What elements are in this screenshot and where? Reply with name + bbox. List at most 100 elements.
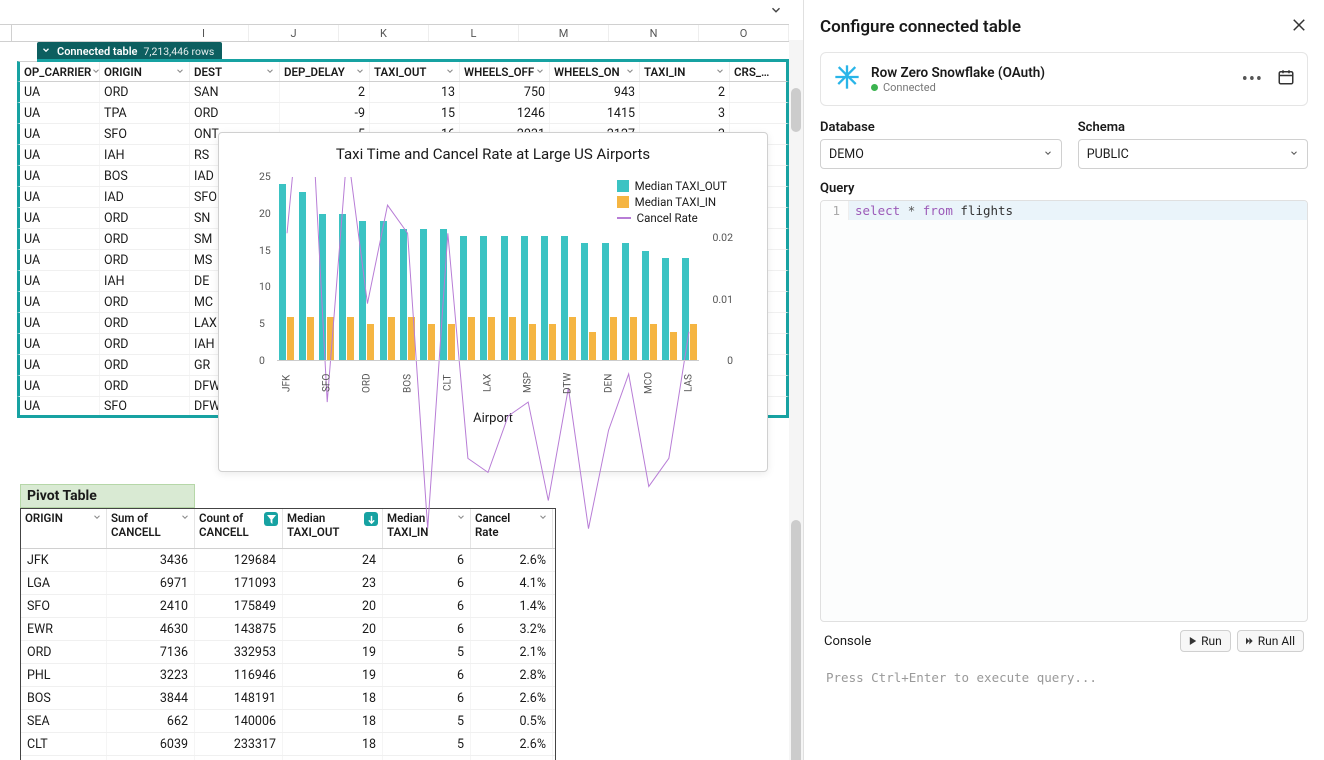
- pivot-header[interactable]: ORIGIN: [21, 509, 107, 548]
- pivot-cell[interactable]: 140006: [195, 710, 283, 732]
- cell[interactable]: UA: [20, 166, 100, 186]
- cell[interactable]: UA: [20, 145, 100, 165]
- column-letter[interactable]: M: [519, 25, 609, 41]
- cell[interactable]: UA: [20, 334, 100, 354]
- cell[interactable]: 2: [280, 82, 370, 102]
- pivot-cell[interactable]: 3223: [107, 664, 195, 686]
- cell[interactable]: ORD: [100, 355, 190, 375]
- pivot-cell[interactable]: 5: [383, 641, 471, 663]
- pivot-cell[interactable]: 6: [383, 756, 471, 760]
- more-icon[interactable]: •••: [1238, 69, 1267, 90]
- pivot-cell[interactable]: 17: [283, 756, 383, 760]
- field-header[interactable]: DEP_DELAY: [280, 62, 370, 81]
- table-row[interactable]: UATPAORD-915124614153: [17, 103, 789, 124]
- column-letter[interactable]: N: [609, 25, 699, 41]
- cell[interactable]: UA: [20, 397, 100, 415]
- cell[interactable]: 1415: [550, 103, 640, 123]
- cell[interactable]: ORD: [100, 376, 190, 396]
- pivot-row[interactable]: ORD71363329531952.1%: [21, 641, 555, 664]
- pivot-row[interactable]: BOS38441481911862.6%: [21, 687, 555, 710]
- pivot-cell[interactable]: 129684: [195, 549, 283, 571]
- cell[interactable]: UA: [20, 292, 100, 312]
- pivot-row[interactable]: SEA6621400061850.5%: [21, 710, 555, 733]
- pivot-cell[interactable]: 3844: [107, 687, 195, 709]
- field-header[interactable]: DEST: [190, 62, 280, 81]
- pivot-cell[interactable]: 6971: [107, 572, 195, 594]
- cell[interactable]: ORD: [100, 229, 190, 249]
- pivot-cell[interactable]: 5: [383, 710, 471, 732]
- pivot-cell[interactable]: 19: [283, 664, 383, 686]
- pivot-cell[interactable]: 18: [283, 733, 383, 755]
- pivot-cell[interactable]: 1812: [107, 756, 195, 760]
- column-letter[interactable]: K: [339, 25, 429, 41]
- pivot-cell[interactable]: 6: [383, 687, 471, 709]
- pivot-cell[interactable]: JFK: [21, 549, 107, 571]
- cell[interactable]: SFO: [100, 124, 190, 144]
- pivot-cell[interactable]: 0.5%: [471, 710, 553, 732]
- pivot-row[interactable]: PHL32231169461962.8%: [21, 664, 555, 687]
- pivot-cell[interactable]: BOS: [21, 687, 107, 709]
- cell[interactable]: SAN: [190, 82, 280, 102]
- pivot-cell[interactable]: 332953: [195, 641, 283, 663]
- cell[interactable]: ORD: [190, 103, 280, 123]
- pivot-cell[interactable]: SFO: [21, 595, 107, 617]
- query-text[interactable]: select * from flights: [849, 201, 1307, 220]
- close-icon[interactable]: [1290, 16, 1308, 38]
- field-header[interactable]: OP_CARRIER: [20, 62, 100, 81]
- cell[interactable]: ORD: [100, 334, 190, 354]
- pivot-cell[interactable]: IAH: [21, 756, 107, 760]
- pivot-cell[interactable]: 19: [283, 641, 383, 663]
- field-header[interactable]: WHEELS_ON: [550, 62, 640, 81]
- pivot-cell[interactable]: EWR: [21, 618, 107, 640]
- cell[interactable]: -9: [280, 103, 370, 123]
- cell[interactable]: ORD: [100, 82, 190, 102]
- calendar-icon[interactable]: [1277, 68, 1295, 90]
- pivot-cell[interactable]: 7136: [107, 641, 195, 663]
- cell[interactable]: SFO: [100, 397, 190, 415]
- cell[interactable]: TPA: [100, 103, 190, 123]
- pivot-row[interactable]: EWR46301438752063.2%: [21, 618, 555, 641]
- cell[interactable]: 3: [640, 103, 730, 123]
- vertical-scrollbar[interactable]: [789, 40, 803, 760]
- pivot-cell[interactable]: 4630: [107, 618, 195, 640]
- cell[interactable]: IAH: [100, 145, 190, 165]
- pivot-cell[interactable]: ORD: [21, 641, 107, 663]
- pivot-header[interactable]: Sum of CANCELL: [107, 509, 195, 548]
- cell[interactable]: UA: [20, 313, 100, 333]
- pivot-cell[interactable]: 18: [283, 710, 383, 732]
- cell[interactable]: IAH: [100, 271, 190, 291]
- schema-select[interactable]: PUBLIC: [1078, 139, 1308, 169]
- cell[interactable]: UA: [20, 82, 100, 102]
- column-letter[interactable]: L: [429, 25, 519, 41]
- cell[interactable]: UA: [20, 250, 100, 270]
- pivot-cell[interactable]: 6: [383, 618, 471, 640]
- pivot-row[interactable]: IAH18121738061761.0%: [21, 756, 555, 760]
- pivot-cell[interactable]: 3436: [107, 549, 195, 571]
- cell[interactable]: 13: [370, 82, 460, 102]
- pivot-cell[interactable]: LGA: [21, 572, 107, 594]
- cell[interactable]: 943: [550, 82, 640, 102]
- cell[interactable]: UA: [20, 355, 100, 375]
- run-button[interactable]: Run: [1180, 630, 1231, 652]
- cell[interactable]: 1246: [460, 103, 550, 123]
- cell[interactable]: UA: [20, 229, 100, 249]
- cell[interactable]: ORD: [100, 313, 190, 333]
- pivot-cell[interactable]: 6039: [107, 733, 195, 755]
- field-header[interactable]: TAXI_OUT: [370, 62, 460, 81]
- pivot-cell[interactable]: 1.0%: [471, 756, 553, 760]
- pivot-cell[interactable]: 662: [107, 710, 195, 732]
- pivot-row[interactable]: CLT60392333171852.6%: [21, 733, 555, 756]
- cell[interactable]: UA: [20, 124, 100, 144]
- column-letter[interactable]: O: [699, 25, 789, 41]
- query-editor[interactable]: 1 select * from flights: [820, 200, 1308, 622]
- pivot-cell[interactable]: 20: [283, 618, 383, 640]
- pivot-cell[interactable]: PHL: [21, 664, 107, 686]
- pivot-cell[interactable]: 171093: [195, 572, 283, 594]
- pivot-cell[interactable]: SEA: [21, 710, 107, 732]
- pivot-cell[interactable]: 6: [383, 664, 471, 686]
- field-header[interactable]: ORIGIN: [100, 62, 190, 81]
- cell[interactable]: ORD: [100, 250, 190, 270]
- cell[interactable]: ORD: [100, 292, 190, 312]
- cell[interactable]: UA: [20, 103, 100, 123]
- table-row[interactable]: UAORDSAN2137509432: [17, 82, 789, 103]
